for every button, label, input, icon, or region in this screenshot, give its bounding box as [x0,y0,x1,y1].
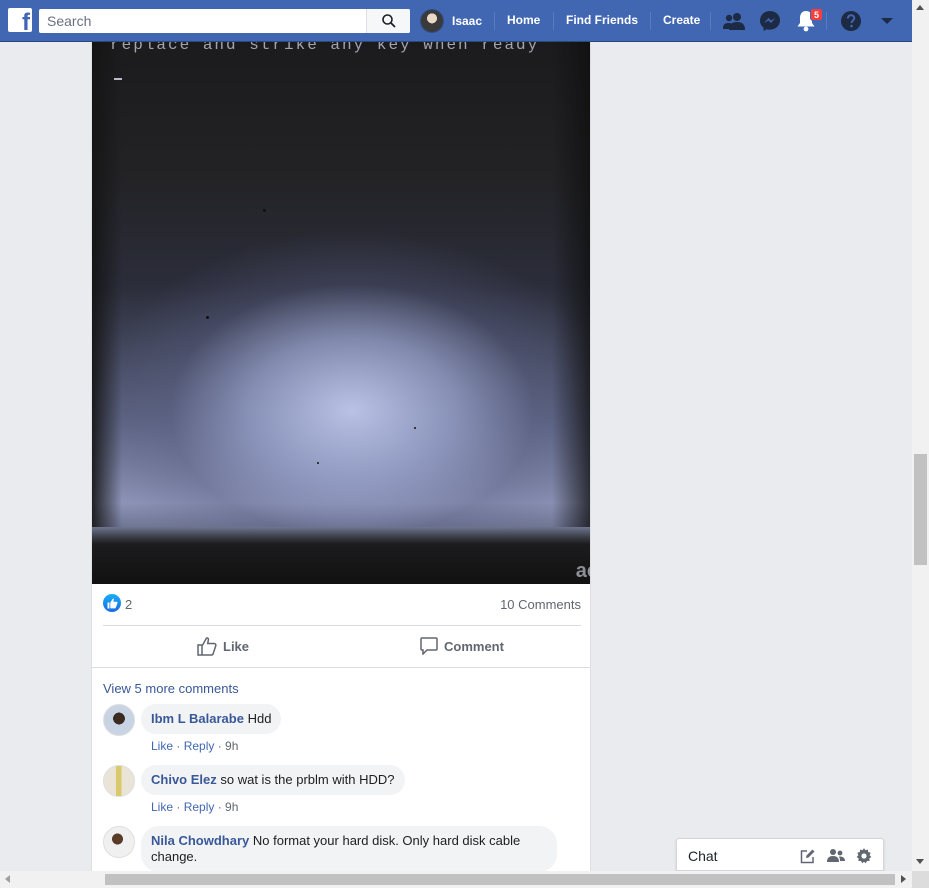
comment-author[interactable]: Ibm L Balarabe [151,711,244,726]
photo-shading [552,42,590,584]
like-count[interactable]: 2 [125,597,132,612]
photo-speck [317,462,319,464]
account-menu-button[interactable] [875,9,899,33]
search-icon [381,14,396,28]
photo-brand-text: ac [575,560,590,582]
horizontal-scrollbar[interactable] [0,871,912,888]
commenter-avatar[interactable] [103,704,135,736]
comment-bubble: Nila Chowdhary No format your hard disk.… [141,826,557,871]
scroll-down-arrow-icon[interactable] [916,859,924,864]
search-box [39,9,410,33]
comment-meta: Like · Reply · 9h [151,739,239,753]
comment-bubble: Ibm L Balarabe Hdd [141,704,282,734]
group-icon [827,849,845,862]
like-button-label: Like [223,638,250,654]
vertical-scrollbar-thumb[interactable] [914,454,927,565]
comment-item: Nila Chowdhary No format your hard disk.… [103,826,581,871]
friends-icon [723,13,745,30]
find-friends-link[interactable]: Find Friends [566,13,638,27]
facebook-logo-icon[interactable]: f [8,8,32,32]
comment-bubble: Chivo Elez so wat is the prblm with HDD? [141,765,405,795]
comment-reply-link[interactable]: Reply [184,739,215,753]
home-link[interactable]: Home [507,13,540,27]
create-link[interactable]: Create [663,13,700,27]
comment-timestamp[interactable]: 9h [225,800,238,814]
top-navigation-bar: f Isaac Home Find Friends Create [0,0,912,42]
photo-shading [92,42,122,584]
vertical-scrollbar[interactable] [912,0,929,871]
help-icon [841,11,861,31]
comment-like-link[interactable]: Like [151,800,173,814]
comment-button[interactable]: Comment [420,626,504,666]
comment-icon [420,637,438,655]
nav-divider [494,12,495,30]
comment-button-label: Comment [444,638,504,654]
nav-divider [650,12,651,30]
create-group-button[interactable] [827,847,845,865]
comment-author[interactable]: Chivo Elez [151,772,217,787]
profile-link[interactable]: Isaac [420,8,482,34]
scroll-up-arrow-icon[interactable] [916,5,924,10]
reactions-bar: 2 10 Comments [103,592,581,626]
comment-like-link[interactable]: Like [151,739,173,753]
friend-requests-button[interactable] [722,9,746,33]
comment-reply-link[interactable]: Reply [184,800,215,814]
scrollbar-corner [912,871,929,888]
chat-settings-button[interactable] [855,847,873,865]
search-button[interactable] [366,9,410,33]
scroll-left-arrow-icon[interactable] [5,875,10,883]
nav-divider [826,12,827,30]
photo-speck [263,209,266,212]
post-card: replace and strike any key when ready ac… [91,42,591,871]
comment-item: Chivo Elez so wat is the prblm with HDD?… [103,765,581,820]
photo-speck [206,316,209,319]
comment-item: Ibm L Balarabe Hdd Like · Reply · 9h [103,704,581,759]
like-reaction-icon[interactable] [103,594,121,612]
horizontal-scrollbar-thumb[interactable] [105,874,895,885]
post-actions: Like Comment [92,626,590,668]
new-message-button[interactable] [799,847,817,865]
nav-divider [553,12,554,30]
comment-count-link[interactable]: 10 Comments [500,597,581,612]
scroll-right-arrow-icon[interactable] [901,875,906,883]
commenter-avatar[interactable] [103,826,135,858]
help-button[interactable] [839,9,863,33]
gear-icon [856,848,872,864]
comment-text: Hdd [247,711,272,726]
thumbs-up-icon [197,636,217,656]
comment-timestamp[interactable]: 9h [225,739,238,753]
photo-screen-text: replace and strike any key when ready [110,42,540,54]
search-input[interactable] [39,9,369,33]
messenger-button[interactable] [758,9,782,33]
photo-speck [414,427,416,429]
photo-cursor [114,78,122,80]
caret-down-icon [881,18,893,24]
chat-label: Chat [688,848,718,864]
comment-text: so wat is the prblm with HDD? [220,772,395,787]
commenter-avatar[interactable] [103,765,135,797]
comment-author[interactable]: Nila Chowdhary [151,833,249,848]
notification-count-badge: 5 [810,8,823,21]
chat-bar[interactable]: Chat [676,838,884,871]
profile-name: Isaac [452,14,483,28]
view-more-comments-link[interactable]: View 5 more comments [103,681,239,696]
photo-monitor-bezel [92,527,590,584]
nav-divider [710,12,711,30]
avatar [420,9,444,33]
comment-meta: Like · Reply · 9h [151,800,239,814]
like-button[interactable]: Like [197,626,249,666]
compose-icon [800,849,815,864]
post-photo[interactable]: replace and strike any key when ready ac [92,42,590,584]
messenger-icon [760,11,780,31]
